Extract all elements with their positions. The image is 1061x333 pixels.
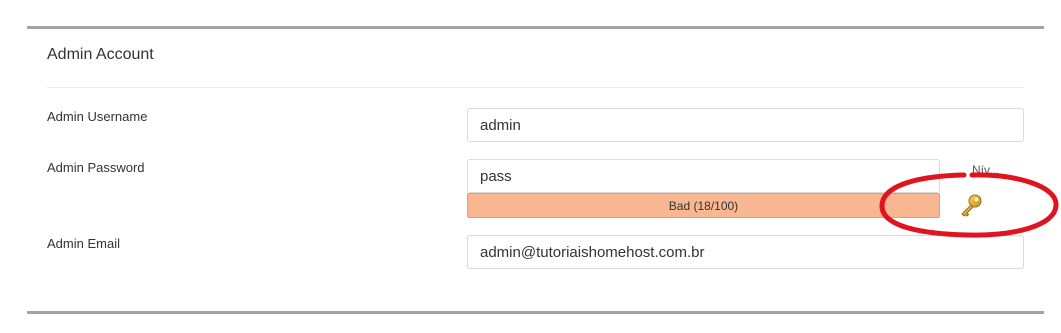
admin-password-label: Admin Password: [47, 160, 145, 175]
admin-username-label: Admin Username: [47, 109, 148, 124]
password-hint-text: Nív...: [972, 163, 1000, 177]
admin-email-input[interactable]: [467, 235, 1024, 269]
admin-password-input[interactable]: [467, 159, 940, 193]
password-strength-label: Bad (18/100): [668, 198, 739, 213]
admin-username-input[interactable]: [467, 108, 1024, 142]
password-strength-bar: Bad (18/100): [467, 193, 940, 218]
admin-email-label: Admin Email: [47, 236, 120, 251]
section-title: Admin Account: [47, 46, 154, 63]
panel-top-border: [27, 26, 1044, 29]
section-divider: [47, 87, 1024, 88]
admin-account-panel: Admin Account Admin Username Admin Passw…: [0, 0, 1061, 333]
panel-bottom-border: [27, 311, 1044, 314]
key-icon[interactable]: [956, 191, 986, 221]
